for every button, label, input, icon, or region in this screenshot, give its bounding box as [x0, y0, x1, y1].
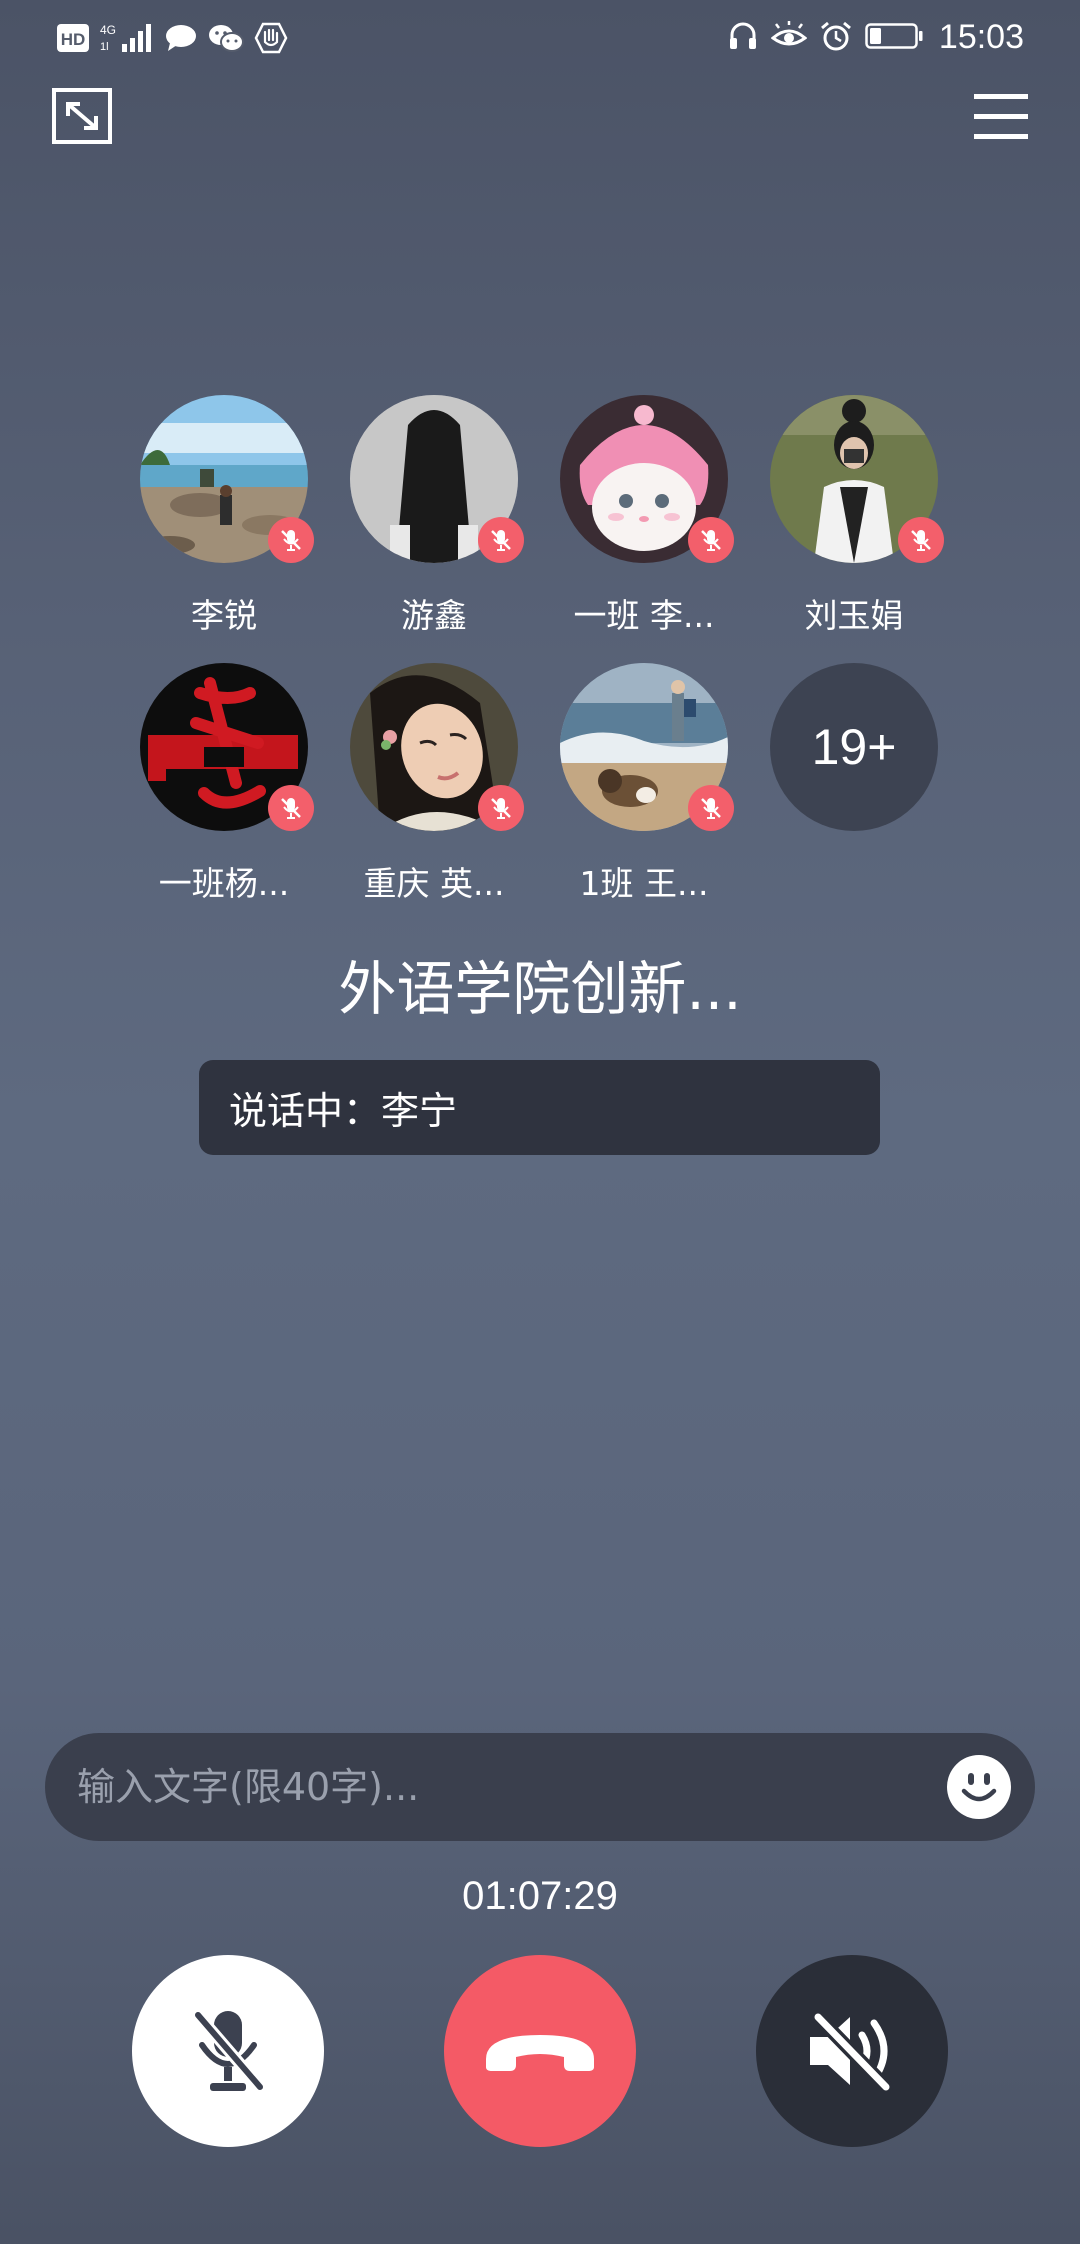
status-left-icons: HD 4G 1l — [56, 22, 288, 58]
svg-text:HD: HD — [61, 30, 86, 49]
mic-muted-badge — [688, 517, 734, 563]
mic-muted-badge — [478, 517, 524, 563]
mic-muted-badge — [688, 785, 734, 831]
call-timer: 01:07:29 — [462, 1874, 618, 1918]
mute-mic-button[interactable] — [132, 1955, 324, 2147]
mic-off-icon — [701, 530, 721, 551]
member-name: 一班 李... — [573, 596, 715, 635]
speaker-mute-button[interactable] — [756, 1955, 948, 2147]
wechat-icon — [208, 23, 244, 57]
eye-icon — [770, 20, 808, 56]
group-title: 外语学院创新... — [338, 955, 742, 1023]
message-icon — [164, 23, 198, 57]
alarm-icon — [819, 20, 853, 56]
member-name: 一班杨... — [158, 864, 290, 903]
minimize-button[interactable] — [52, 88, 114, 146]
mic-off-icon — [491, 530, 511, 551]
battery-icon — [865, 21, 923, 55]
member-name: 1班 王... — [579, 864, 709, 903]
mic-off-icon — [491, 798, 511, 819]
menu-button[interactable] — [974, 92, 1028, 140]
mic-muted-badge — [478, 785, 524, 831]
member-name: 游鑫 — [401, 596, 467, 635]
status-bar: HD 4G 1l 15:03 — [0, 0, 1080, 80]
status-clock: 15:03 — [938, 18, 1024, 56]
mic-off-icon — [281, 798, 301, 819]
chat-input-bar — [45, 1733, 1035, 1841]
hang-up-button[interactable] — [444, 1955, 636, 2147]
signal-4g-icon: 4G 1l — [100, 22, 154, 58]
smiley-icon — [949, 1757, 1009, 1817]
member-name: 重庆 英... — [363, 864, 505, 903]
speaker-off-icon — [810, 2010, 893, 2093]
speaking-indicator: 说话中：李宁 — [199, 1060, 880, 1155]
headset-icon — [727, 20, 759, 56]
member-name: 刘玉娟 — [804, 596, 904, 635]
mic-off-icon — [911, 530, 931, 551]
svg-text:1l: 1l — [100, 41, 109, 53]
hamburger-menu-icon — [974, 94, 1028, 139]
chat-text-input[interactable] — [75, 1746, 959, 1828]
mic-muted-badge — [268, 785, 314, 831]
svg-text:4G: 4G — [100, 23, 116, 37]
shrink-window-icon — [52, 88, 112, 144]
mic-off-icon — [701, 798, 721, 819]
mic-off-icon — [281, 530, 301, 551]
emoji-button[interactable] — [947, 1755, 1011, 1819]
mic-muted-badge — [898, 517, 944, 563]
phone-hangup-icon — [486, 2035, 594, 2071]
mic-muted-badge — [268, 517, 314, 563]
speaking-text: 说话中：李宁 — [229, 1089, 458, 1133]
status-right-icons: 15:03 — [727, 18, 1024, 57]
hand-icon — [254, 22, 288, 58]
hd-icon: HD — [56, 23, 90, 57]
member-name: 李锐 — [191, 596, 257, 635]
mic-off-icon — [192, 2009, 266, 2093]
more-members-button[interactable]: 19+ — [770, 663, 938, 831]
